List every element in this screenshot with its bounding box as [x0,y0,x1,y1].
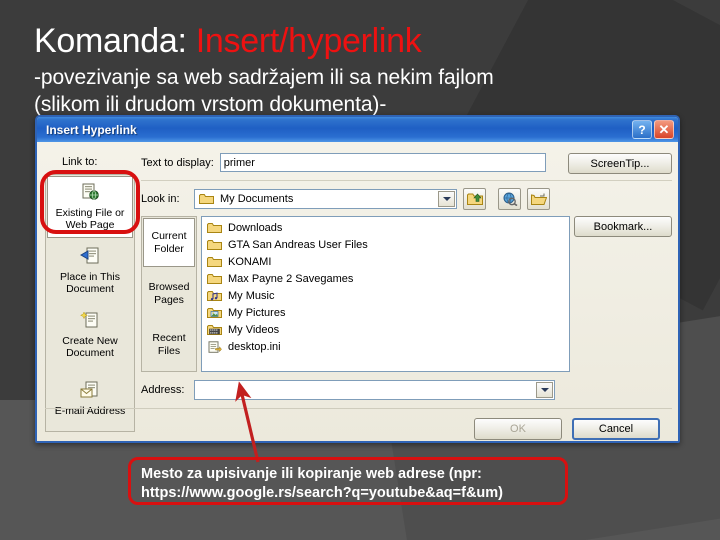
videos-folder-icon [207,324,222,336]
browse-item-browsed-pages[interactable]: Browsed Pages [142,268,196,319]
link-to-item-create-new-document[interactable]: Create New Document [46,303,134,367]
browse-mode-panel: Current Folder Browsed Pages Recent File… [141,216,197,372]
look-in-value: My Documents [220,193,294,205]
link-to-item-label: E-mail Address [54,405,126,417]
list-item-label: KONAMI [228,255,272,268]
link-to-item-existing-file[interactable]: Existing File or Web Page [47,176,133,238]
callout-line-1: Mesto za upisivanje ili kopiranje web ad… [141,466,482,482]
browse-the-web-icon[interactable] [498,188,521,210]
help-icon[interactable]: ? [632,120,652,139]
existing-file-icon [80,183,100,204]
list-item[interactable]: Downloads [204,219,569,236]
list-item-label: Downloads [228,221,283,234]
pictures-folder-icon [207,307,222,319]
folder-icon [207,239,222,251]
subtitle-line-2: (slikom ili drudom vrstom dokumenta)- [34,93,387,116]
dialog-titlebar[interactable]: Insert Hyperlink ? ✕ [37,117,678,142]
list-item[interactable]: My Pictures [204,304,569,321]
cancel-button[interactable]: Cancel [572,418,660,440]
dialog-body: Link to: Existing File or Web Page Place… [37,142,678,441]
link-to-label: Link to: [62,156,98,168]
page-title-prefix: Komanda: [34,22,196,60]
browse-for-file-icon[interactable] [527,188,550,210]
list-item-label: My Videos [228,323,280,336]
page-title: Komanda: Insert/hyperlink [34,22,422,61]
list-item[interactable]: desktop.ini [204,338,569,355]
browse-item-current-folder[interactable]: Current Folder [143,218,195,267]
ok-button[interactable]: OK [474,418,562,440]
list-item-label: My Music [228,289,275,302]
link-to-panel: Existing File or Web Page Place in This … [45,174,135,432]
ini-file-icon [207,340,222,353]
list-item[interactable]: My Videos [204,321,569,338]
browse-item-recent-files[interactable]: Recent Files [142,319,196,370]
address-row: Address: [141,380,555,400]
list-item[interactable]: KONAMI [204,253,569,270]
look-in-label: Look in: [141,193,180,205]
chevron-down-icon[interactable] [438,191,455,207]
list-item[interactable]: GTA San Andreas User Files [204,236,569,253]
text-to-display-label: Text to display: [141,156,214,169]
folder-icon [207,273,222,285]
link-to-item-label: Create New Document [62,334,118,360]
look-in-combobox[interactable]: My Documents [194,189,457,209]
file-list[interactable]: Downloads GTA San Andreas User Files KON… [201,216,570,372]
link-to-item-email-address[interactable]: E-mail Address [46,367,134,431]
subtitle-line-1: -povezivanje sa web sadržajem ili sa nek… [34,66,494,89]
folder-icon [207,256,222,268]
link-to-item-label: Place in This Document [60,270,120,296]
email-address-icon [80,381,100,402]
look-in-row: Look in: My Documents [141,188,550,210]
address-combobox[interactable] [194,380,555,400]
text-to-display-row: Text to display: [141,153,546,172]
list-item-label: Max Payne 2 Savegames [228,272,354,285]
folder-icon [199,193,214,205]
list-item[interactable]: Max Payne 2 Savegames [204,270,569,287]
divider [45,408,672,409]
link-to-item-label: Existing File or Web Page [55,206,125,232]
address-label: Address: [141,384,185,396]
link-to-item-place-in-document[interactable]: Place in This Document [46,239,134,303]
bookmark-button[interactable]: Bookmark... [574,216,672,237]
place-in-document-icon [79,247,100,268]
callout-annotation: Mesto za upisivanje ili kopiranje web ad… [128,457,568,505]
music-folder-icon [207,290,222,302]
up-one-level-icon[interactable] [463,188,486,210]
list-item-label: My Pictures [228,306,286,319]
close-icon[interactable]: ✕ [654,120,674,139]
screentip-button[interactable]: ScreenTip... [568,153,672,174]
insert-hyperlink-dialog: Insert Hyperlink ? ✕ Link to: Existing F… [35,115,680,443]
list-item[interactable]: My Music [204,287,569,304]
folder-icon [207,222,222,234]
callout-line-2: https://www.google.rs/search?q=youtube&a… [141,485,503,501]
text-to-display-input[interactable] [219,153,546,172]
list-item-label: GTA San Andreas User Files [228,238,368,251]
dialog-title: Insert Hyperlink [46,122,137,137]
chevron-down-icon[interactable] [536,382,553,398]
page-title-accent: Insert/hyperlink [195,22,422,60]
list-item-label: desktop.ini [228,340,281,353]
divider [141,180,672,181]
create-new-document-icon [79,311,100,332]
